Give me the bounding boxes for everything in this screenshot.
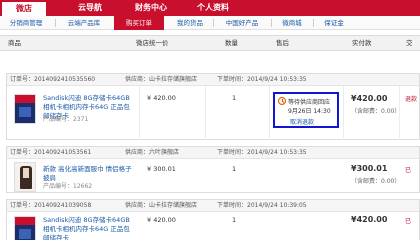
after-sales-status: 等待供应商回应 [288, 99, 331, 106]
subnav-my-goods[interactable]: 我的货品 [170, 16, 210, 30]
header-quantity: 数量 [225, 39, 238, 47]
shipping-fee: （含邮费：0.00） [351, 108, 401, 115]
unit-price: ¥ 300.01 [147, 165, 176, 173]
column-divider [205, 86, 206, 140]
product-thumbnail[interactable] [14, 94, 36, 124]
header-paid-amount: 实付款 [352, 39, 372, 47]
tab-personal-profile[interactable]: 个人资料 [190, 0, 236, 16]
order-supplier[interactable]: 供应商：山卡拉存储旗舰店 [125, 200, 197, 212]
order-header: 订单号：20140924105355​60 供应商：山卡拉存储旗舰店 下单时间：… [7, 74, 419, 86]
order-row: Sandisk闪迪 8G存储卡64GB 相机卡相机内存卡64G 正品包邮储存卡 … [7, 212, 419, 240]
header-product: 商品 [8, 39, 21, 47]
order-row: Sandisk闪迪 8G存储卡64GB 相机卡相机内存卡64G 正品包邮储存卡 … [7, 86, 419, 140]
header-transaction: 交 [406, 39, 413, 47]
order-supplier[interactable]: 供应商：山卡拉存储旗舰店 [125, 74, 197, 86]
paid-amount: ¥420.00 [351, 215, 388, 224]
column-divider [343, 86, 344, 140]
header-after-sales: 售后 [276, 39, 289, 47]
transaction-status: 已 [405, 167, 412, 174]
subnav-china-good-products[interactable]: 中国好产品 [217, 16, 267, 30]
order-row: 新款 高化高新面服巾 情侣格子披肩 产品编号：12662 ¥ 300.01 1 … [7, 159, 419, 193]
tab-finance-center[interactable]: 财务中心 [128, 0, 174, 16]
product-number: 产品编号：2371 [43, 116, 89, 123]
tab-cloud-nav[interactable]: 云导航 [70, 0, 110, 16]
order-block: 订单号：20140924105355​60 供应商：山卡拉存储旗舰店 下单时间：… [6, 73, 420, 140]
after-sales-deadline: 9月26日 14:30 [288, 108, 331, 115]
subnav-deposit[interactable]: 保证金 [317, 16, 351, 30]
transaction-status: 已 [405, 218, 412, 225]
clock-icon [278, 97, 286, 105]
quantity: 1 [232, 94, 237, 102]
order-header: 订单号：201409241053561 供应商：六叶旗舰店 下单时间：2014/… [7, 147, 419, 159]
product-number: 产品编号：12662 [43, 183, 93, 190]
order-time: 下单时间：2014/9/24 10:53:35 [217, 76, 307, 83]
after-sales-box: 等待供应商回应 9月26日 14:30 取消退款 [273, 92, 339, 128]
product-thumbnail[interactable] [14, 162, 36, 192]
paid-amount: ¥300.01 [351, 164, 388, 173]
order-block: 订单号：20140924103905​8 供应商：山卡拉存储旗舰店 下单时间：2… [6, 199, 420, 240]
table-header: 商品 微店统一价 数量 售后 实付款 交 [0, 35, 420, 51]
order-supplier[interactable]: 供应商：六叶旗舰店 [125, 147, 179, 159]
order-block: 订单号：201409241053561 供应商：六叶旗舰店 下单时间：2014/… [6, 146, 420, 193]
subnav-divider [313, 19, 314, 27]
header-unified-price: 微店统一价 [136, 39, 169, 47]
order-number: 订单号：20140924105355​60 [10, 76, 96, 83]
top-navigation: 微店 云导航 财务中心 个人资料 [0, 0, 420, 16]
shipping-fee: （含邮费：0.00） [351, 178, 401, 185]
paid-amount: ¥420.00 [351, 94, 388, 103]
column-divider [399, 86, 400, 140]
unit-price: ¥ 420.00 [147, 94, 176, 102]
order-time: 下单时间：2014/9/24 10:53:35 [217, 149, 307, 156]
sub-navigation: 分销商管理 云端产品库 购买订单 我的货品 中国好产品 微商城 保证金 [0, 16, 420, 30]
quantity: 1 [232, 216, 237, 224]
cancel-refund-link[interactable]: 取消退款 [290, 117, 314, 126]
order-time: 下单时间：2014/9/24 10:39:05 [217, 202, 307, 209]
tab-weidian[interactable]: 微店 [2, 0, 46, 16]
subnav-divider [55, 19, 56, 27]
product-thumbnail[interactable] [14, 216, 36, 240]
transaction-status: 退款 [405, 96, 418, 103]
order-number: 订单号：201409241053561 [10, 149, 92, 156]
subnav-divider [213, 19, 214, 27]
subnav-divider [271, 19, 272, 27]
column-divider [269, 86, 270, 140]
order-number: 订单号：20140924103905​8 [10, 202, 92, 209]
subnav-micro-mall[interactable]: 微商城 [275, 16, 309, 30]
unit-price: ¥ 420.00 [147, 216, 176, 224]
subnav-cloud-product-library[interactable]: 云端产品库 [60, 16, 108, 30]
column-divider [139, 86, 140, 140]
subnav-distributor-management[interactable]: 分销商管理 [2, 16, 50, 30]
product-name-link[interactable]: Sandisk闪迪 8G存储卡64GB 相机卡相机内存卡64G 正品包邮储存卡 [43, 216, 135, 240]
quantity: 1 [232, 165, 237, 173]
subnav-purchase-orders[interactable]: 购买订单 [114, 16, 164, 30]
order-header: 订单号：20140924103905​8 供应商：山卡拉存储旗舰店 下单时间：2… [7, 200, 419, 212]
